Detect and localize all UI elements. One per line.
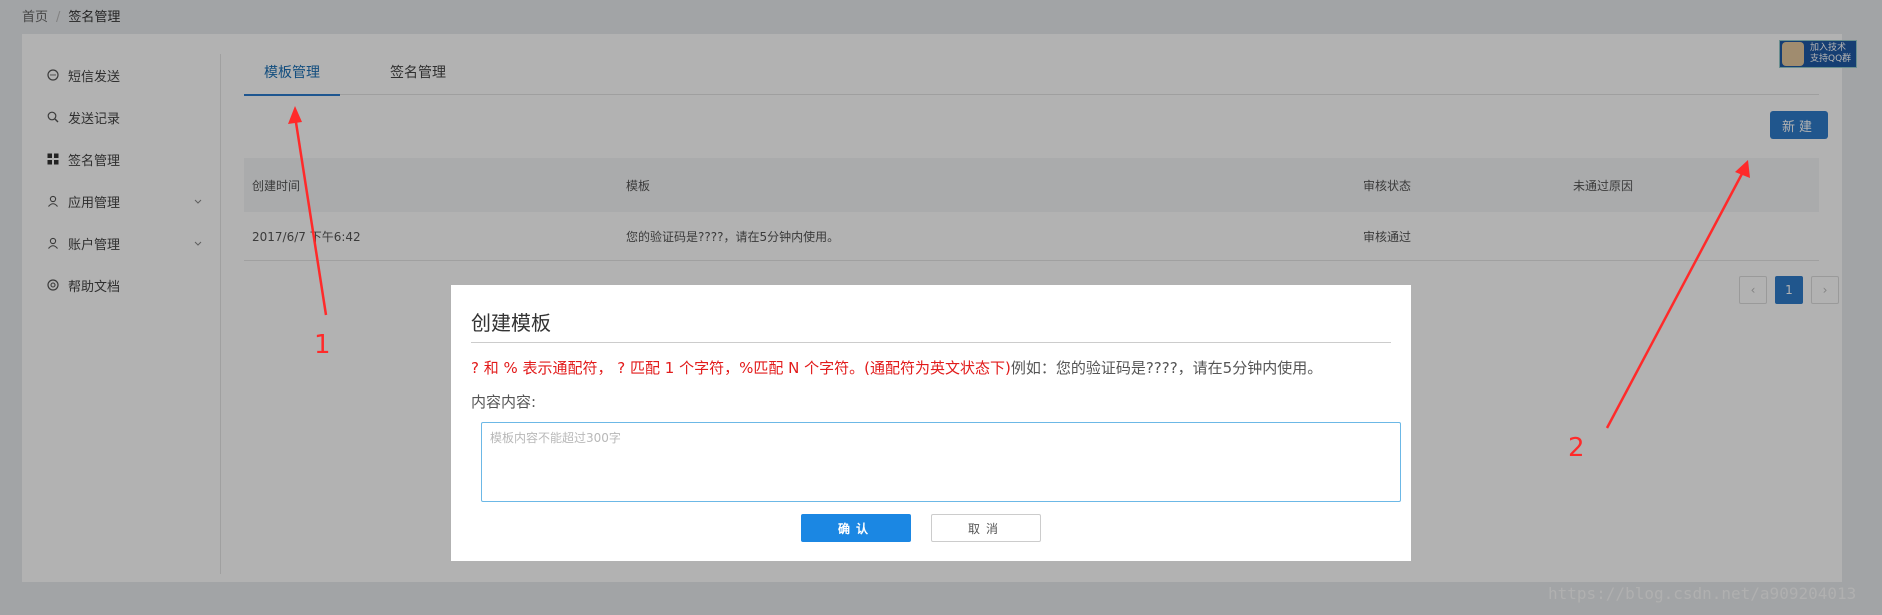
create-template-dialog: 创建模板 ? 和 % 表示通配符， ? 匹配 1 个字符，%匹配 N 个字符。(… (451, 285, 1411, 561)
watermark: https://blog.csdn.net/a909204013 (1548, 584, 1857, 603)
content-label: 内容内容: (471, 393, 537, 411)
annotation-label-1: 1 (314, 330, 331, 360)
confirm-button[interactable]: 确认 (801, 514, 911, 542)
wildcard-hint: ? 和 % 表示通配符， ? 匹配 1 个字符，%匹配 N 个字符。(通配符为英… (471, 357, 1322, 378)
divider (471, 342, 1391, 343)
dialog-title: 创建模板 (471, 311, 551, 335)
annotation-label-2: 2 (1568, 433, 1585, 463)
cancel-button[interactable]: 取消 (931, 514, 1041, 542)
annotation-arrowhead-1 (288, 106, 302, 124)
annotation-arrow-2 (1605, 169, 1746, 429)
wildcard-hint-example: 例如：您的验证码是????，请在5分钟内使用。 (1010, 359, 1323, 377)
annotation-arrow-1 (293, 115, 328, 316)
template-content-input[interactable] (481, 422, 1401, 502)
wildcard-hint-red: ? 和 % 表示通配符， ? 匹配 1 个字符，%匹配 N 个字符。(通配符为英… (471, 359, 1011, 377)
